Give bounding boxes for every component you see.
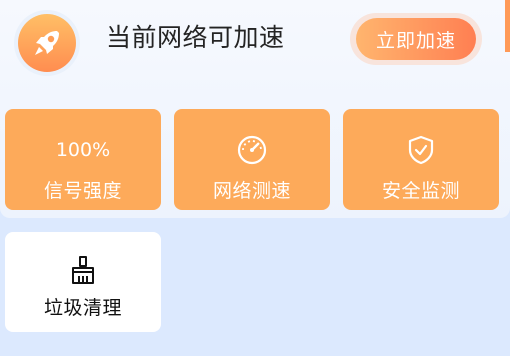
speed-test-label: 网络测速 xyxy=(212,180,291,202)
signal-strength-tile[interactable]: 100% 信号强度 xyxy=(5,109,161,210)
security-check-icon-wrap xyxy=(404,129,438,171)
security-check-label: 安全监测 xyxy=(381,180,460,202)
signal-strength-value: 100% xyxy=(55,139,111,161)
accelerate-button[interactable]: 立即加速 xyxy=(356,18,476,60)
junk-cleanup-label: 垃圾清理 xyxy=(43,297,122,319)
signal-strength-label: 信号强度 xyxy=(43,180,122,202)
accelerate-button-halo: 立即加速 xyxy=(350,13,482,65)
broom-icon xyxy=(72,256,94,284)
junk-cleanup-tile[interactable]: 垃圾清理 xyxy=(5,232,161,332)
rocket-icon xyxy=(35,31,59,55)
security-check-tile[interactable]: 安全监测 xyxy=(343,109,499,210)
network-status-title: 当前网络可加速 xyxy=(106,23,285,52)
speed-test-tile[interactable]: 网络测速 xyxy=(174,109,330,210)
signal-strength-value-wrap: 100% xyxy=(56,129,110,171)
speedometer-icon xyxy=(237,135,267,165)
shield-check-icon xyxy=(408,135,434,165)
edge-strip xyxy=(505,0,510,52)
speed-test-icon-wrap xyxy=(235,129,269,171)
junk-cleanup-icon-wrap xyxy=(67,252,99,288)
app-icon xyxy=(14,10,80,76)
app-icon-badge xyxy=(18,14,76,72)
